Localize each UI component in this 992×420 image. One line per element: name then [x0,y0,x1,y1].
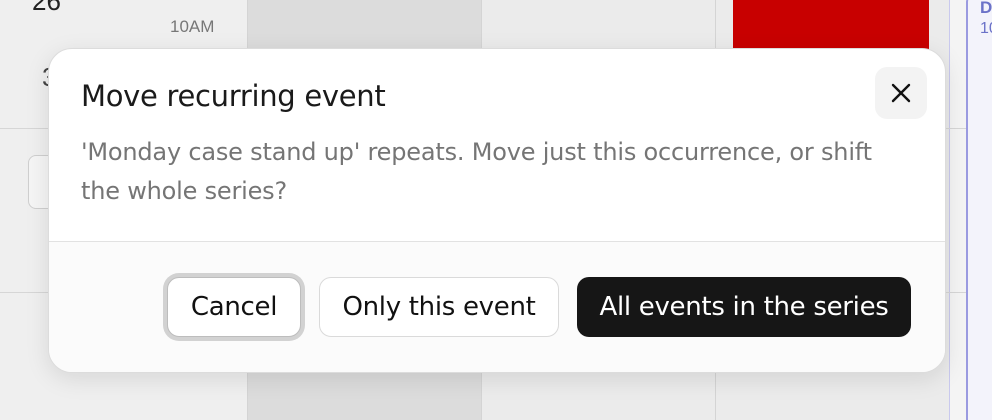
event-time: 10 [980,20,992,37]
calendar-event[interactable]: D 10 [966,0,992,420]
time-label: 10AM [170,17,215,36]
dialog-footer: Cancel Only this event All events in the… [49,242,945,372]
move-recurring-event-dialog: Move recurring event 'Monday case stand … [48,48,946,373]
event-title: D [980,0,992,17]
all-events-in-series-button[interactable]: All events in the series [577,277,911,337]
cancel-button[interactable]: Cancel [167,277,301,337]
dialog-message: 'Monday case stand up' repeats. Move jus… [81,138,872,205]
close-button[interactable] [875,67,927,119]
dialog-title: Move recurring event [81,79,386,113]
date-number[interactable]: 26 [32,0,61,17]
close-icon [890,82,912,104]
only-this-event-button[interactable]: Only this event [319,277,559,337]
